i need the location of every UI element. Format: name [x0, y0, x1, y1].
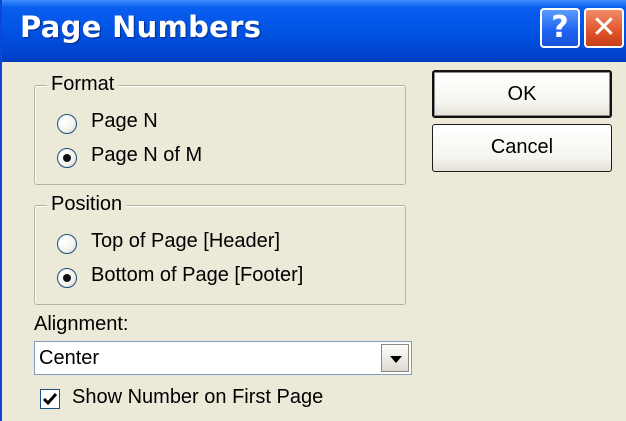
title-bar[interactable]: Page Numbers ? ✕	[2, 0, 626, 62]
format-group-label: Format	[47, 73, 119, 96]
format-group: Format Page N Page N of M	[34, 73, 406, 185]
position-group: Position Top of Page [Header] Bottom of …	[34, 193, 406, 305]
radio-label: Page N	[91, 110, 158, 132]
radio-button[interactable]	[57, 114, 77, 134]
dropdown-arrow-icon[interactable]	[381, 344, 409, 372]
radio-button[interactable]	[57, 234, 77, 254]
radio-label: Bottom of Page [Footer]	[91, 264, 304, 286]
radio-label: Top of Page [Header]	[91, 230, 281, 252]
help-icon[interactable]: ?	[540, 8, 580, 48]
alignment-label: Alignment:	[34, 313, 129, 335]
radio-button[interactable]	[57, 148, 77, 168]
page-numbers-dialog: Page Numbers ? ✕ Format Page N Page N of…	[0, 0, 626, 421]
radio-button[interactable]	[57, 268, 77, 288]
show-number-first-page-label: Show Number on First Page	[72, 386, 324, 408]
radio-label: Page N of M	[91, 144, 203, 166]
dialog-title: Page Numbers	[20, 10, 262, 44]
show-number-first-page-checkbox[interactable]	[40, 389, 60, 409]
cancel-button[interactable]: Cancel	[432, 124, 612, 172]
close-icon[interactable]: ✕	[584, 8, 624, 48]
position-group-label: Position	[47, 193, 127, 216]
ok-button[interactable]: OK	[432, 70, 612, 118]
checkmark-icon	[42, 393, 58, 406]
alignment-value: Center	[39, 347, 100, 369]
alignment-select[interactable]: Center	[34, 341, 412, 375]
